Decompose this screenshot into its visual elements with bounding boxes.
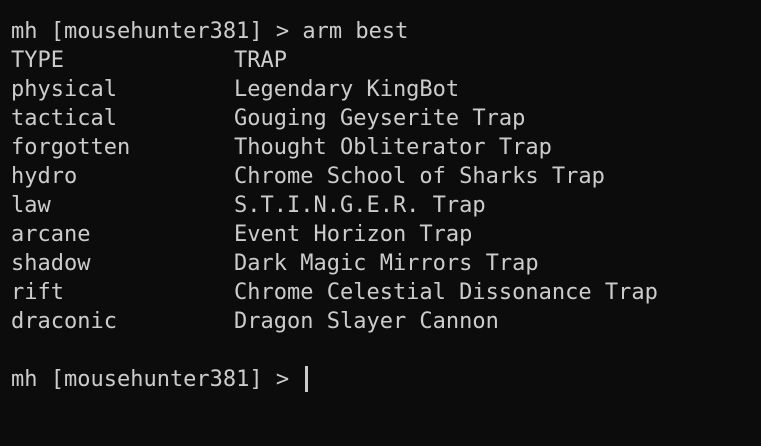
prompt-text: mh [mousehunter381] > [11,367,303,392]
row-trap: Thought Obliterator Trap [234,135,552,160]
row-type: rift [11,280,64,305]
table-row: rift Chrome Celestial Dissonance Trap [11,278,761,307]
row-type: physical [11,77,117,102]
command-line: mh [mousehunter381] > arm best [11,17,761,46]
row-trap: Event Horizon Trap [234,222,473,247]
table-row: draconic Dragon Slayer Cannon [11,307,761,336]
row-type: tactical [11,106,117,131]
row-type: draconic [11,309,117,334]
table-header: TYPE TRAP [11,46,761,75]
row-trap: Dragon Slayer Cannon [234,309,499,334]
command-text: mh [mousehunter381] > arm best [11,19,409,44]
prompt-line[interactable]: mh [mousehunter381] > [11,365,761,394]
row-type: hydro [11,164,78,189]
row-type: law [11,193,51,218]
row-trap: Gouging Geyserite Trap [234,106,526,131]
table-row: forgotten Thought Obliterator Trap [11,133,761,162]
text-cursor[interactable] [305,366,309,392]
row-type: arcane [11,222,91,247]
table-row: hydro Chrome School of Sharks Trap [11,162,761,191]
terminal-window[interactable]: mh [mousehunter381] > arm best TYPE TRAP… [0,0,761,446]
table-row: physical Legendary KingBot [11,75,761,104]
header-trap: TRAP [234,48,287,73]
table-row: law S.T.I.N.G.E.R. Trap [11,191,761,220]
row-trap: S.T.I.N.G.E.R. Trap [234,193,486,218]
row-trap: Dark Magic Mirrors Trap [234,251,539,276]
table-row: shadow Dark Magic Mirrors Trap [11,249,761,278]
row-type: forgotten [11,135,131,160]
table-row: tactical Gouging Geyserite Trap [11,104,761,133]
row-trap: Legendary KingBot [234,77,460,102]
row-type: shadow [11,251,91,276]
row-trap: Chrome School of Sharks Trap [234,164,605,189]
header-type: TYPE [11,48,64,73]
row-trap: Chrome Celestial Dissonance Trap [234,280,658,305]
table-row: arcane Event Horizon Trap [11,220,761,249]
